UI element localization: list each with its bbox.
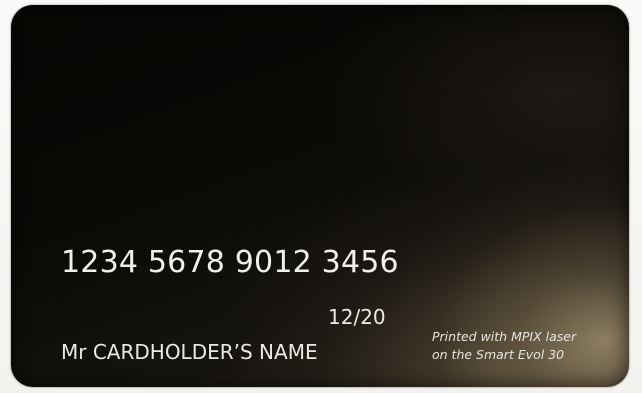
black-metal-card: 1234 5678 9012 3456 12/20 Mr CARDHOLDER’… <box>11 5 629 387</box>
printed-note-line-1: Printed with MPIX laser <box>432 329 577 344</box>
card-number: 1234 5678 9012 3456 <box>61 245 399 280</box>
printed-note: Printed with MPIX laser on the Smart Evo… <box>432 328 576 364</box>
expiry-date: 12/20 <box>328 305 386 329</box>
photo-background: 1234 5678 9012 3456 12/20 Mr CARDHOLDER’… <box>0 0 642 393</box>
cardholder-name: Mr CARDHOLDER’S NAME <box>61 340 318 364</box>
printed-note-line-2: on the Smart Evol 30 <box>432 347 565 362</box>
